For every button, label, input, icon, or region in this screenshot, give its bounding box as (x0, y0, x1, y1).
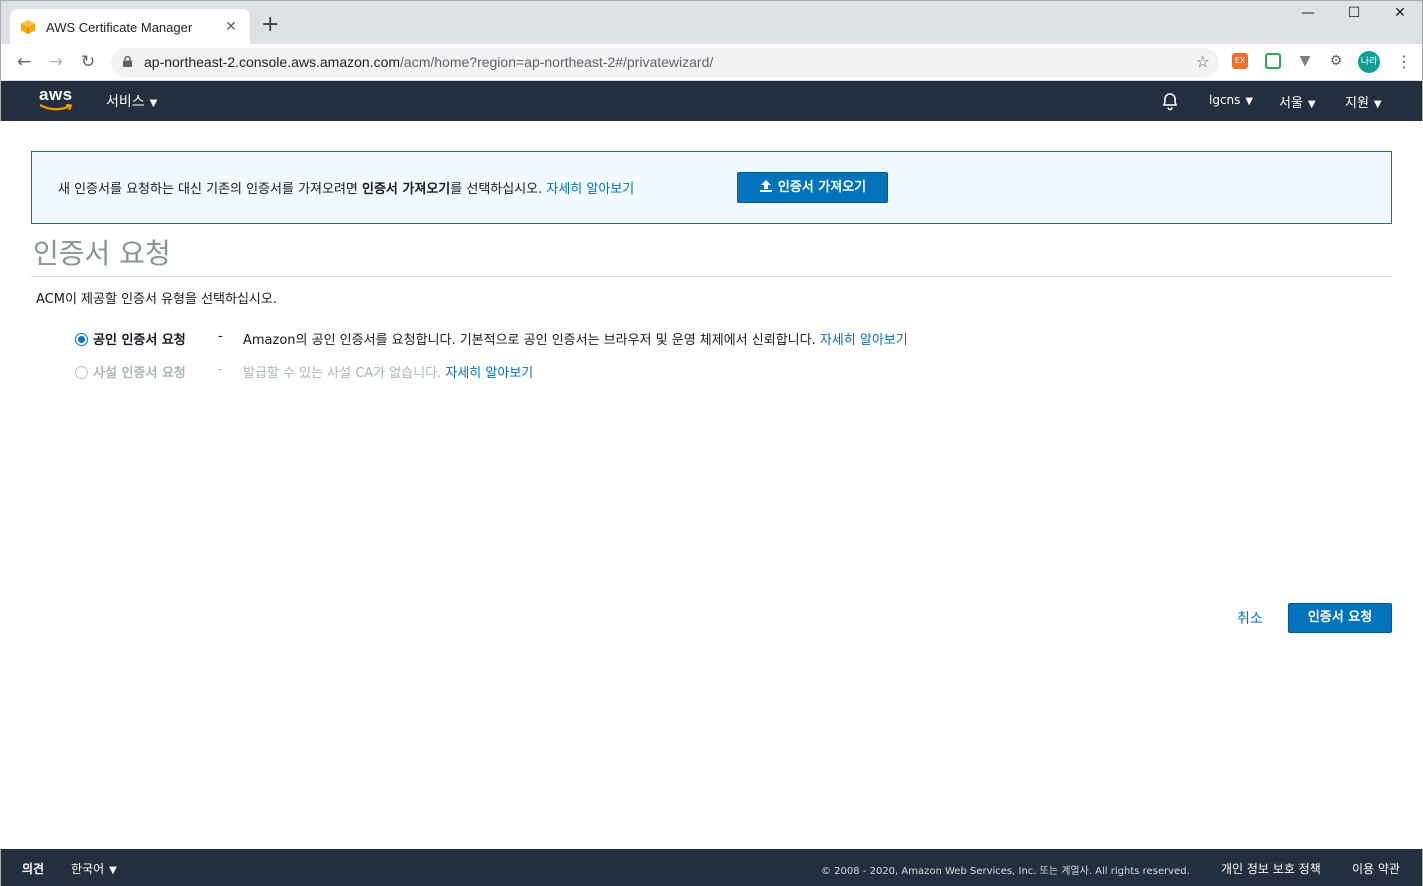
services-menu[interactable]: 서비스 ▼ (106, 91, 157, 111)
url-host: ap-northeast-2.console.aws.amazon.com (144, 54, 401, 70)
caret-down-icon: ▼ (1307, 99, 1316, 110)
maximize-icon[interactable]: ☐ (1331, 5, 1377, 29)
option-label: 사설 인증서 요청 (93, 366, 186, 381)
tab-title: AWS Certificate Manager (46, 19, 193, 35)
account-label: lgcns (1209, 93, 1241, 107)
upload-icon (759, 180, 772, 192)
region-label: 서울 (1279, 96, 1303, 111)
info-text-bold: 인증서 가져오기 (362, 182, 451, 197)
caret-down-icon: ▼ (109, 865, 117, 876)
option-description-text: 발급할 수 있는 사설 CA가 없습니다. (243, 366, 446, 381)
bell-icon[interactable] (1160, 90, 1180, 112)
browser-tab[interactable]: AWS Certificate Manager ✕ (10, 9, 250, 45)
option-label[interactable]: 공인 인증서 요청 (93, 329, 186, 348)
puzzle-icon[interactable]: ⚙ (1328, 53, 1344, 69)
menu-icon[interactable]: ⋮ (1396, 52, 1412, 71)
url-text: ap-northeast-2.console.aws.amazon.com/ac… (144, 54, 713, 70)
feedback-link[interactable]: 의견 (22, 860, 44, 877)
services-label: 서비스 (106, 94, 145, 110)
page-title: 인증서 요청 (33, 237, 171, 270)
new-tab-icon[interactable]: + (261, 14, 279, 36)
aws-header: aws 서비스 ▼ lgcns ▼ 서울 ▼ 지원 ▼ (0, 81, 1423, 121)
learn-more-link[interactable]: 자세히 알아보기 (820, 333, 908, 348)
option-description-text: Amazon의 공인 인증서를 요청합니다. 기본적으로 공인 인증서는 브라우… (243, 333, 820, 348)
support-menu[interactable]: 지원 ▼ (1345, 92, 1382, 111)
extension-icon[interactable]: ▼ (1297, 53, 1313, 69)
private-certificate-radio (75, 366, 88, 379)
minimize-icon[interactable]: — (1285, 5, 1331, 29)
caret-down-icon: ▼ (1245, 96, 1254, 107)
aws-logo[interactable]: aws (39, 85, 73, 105)
close-tab-icon[interactable]: ✕ (222, 19, 240, 35)
public-certificate-radio[interactable] (75, 333, 88, 346)
request-certificate-button[interactable]: 인증서 요청 (1288, 603, 1392, 633)
divider (31, 276, 1392, 277)
aws-footer: 의견 한국어 ▼ © 2008 - 2020, Amazon Web Servic… (0, 849, 1423, 886)
bookmark-star-icon[interactable]: ☆ (1196, 52, 1210, 71)
option-description: Amazon의 공인 인증서를 요청합니다. 기본적으로 공인 인증서는 브라우… (243, 329, 908, 348)
close-window-icon[interactable]: ✕ (1377, 5, 1423, 29)
info-text-after: 를 선택하십시오. (450, 182, 547, 197)
learn-more-link[interactable]: 자세히 알아보기 (546, 182, 634, 197)
aws-box-icon (21, 20, 35, 34)
import-certificate-button[interactable]: 인증서 가져오기 (737, 172, 888, 203)
cancel-link[interactable]: 취소 (1237, 608, 1263, 628)
info-text-before: 새 인증서를 요청하는 대신 기존의 인증서를 가져오려면 (58, 182, 363, 197)
caret-down-icon: ▼ (149, 98, 158, 109)
option-dash: - (218, 329, 223, 344)
reload-icon[interactable]: ↻ (77, 51, 99, 73)
browser-toolbar: ← → ↻ ap-northeast-2.console.aws.amazon.… (0, 44, 1423, 81)
language-label: 한국어 (71, 862, 105, 876)
back-icon[interactable]: ← (13, 51, 35, 73)
option-description: 발급할 수 있는 사설 CA가 없습니다. 자세히 알아보기 (243, 362, 533, 381)
learn-more-link[interactable]: 자세히 알아보기 (445, 366, 533, 381)
terms-link[interactable]: 이용 약관 (1352, 860, 1400, 877)
forward-icon[interactable]: → (45, 51, 67, 73)
aws-smile-icon (39, 104, 73, 111)
region-menu[interactable]: 서울 ▼ (1279, 92, 1316, 111)
lock-icon (123, 56, 132, 67)
instruction-text: ACM이 제공할 인증서 유형을 선택하십시오. (36, 292, 277, 307)
privacy-policy-link[interactable]: 개인 정보 보호 정책 (1221, 860, 1321, 877)
caret-down-icon: ▼ (1373, 99, 1382, 110)
account-menu[interactable]: lgcns ▼ (1209, 93, 1253, 107)
extension-icon[interactable]: EX (1232, 53, 1248, 69)
info-text: 새 인증서를 요청하는 대신 기존의 인증서를 가져오려면 인증서 가져오기를 … (58, 178, 634, 197)
avatar[interactable]: 나라 (1358, 51, 1380, 73)
address-bar[interactable]: ap-northeast-2.console.aws.amazon.com/ac… (111, 48, 1219, 77)
language-menu[interactable]: 한국어 ▼ (71, 860, 117, 877)
import-info-banner: 새 인증서를 요청하는 대신 기존의 인증서를 가져오려면 인증서 가져오기를 … (31, 151, 1392, 224)
browser-titlebar: AWS Certificate Manager ✕ + — ☐ ✕ (0, 0, 1423, 45)
extension-icon[interactable] (1265, 53, 1281, 69)
import-button-label: 인증서 가져오기 (777, 180, 867, 195)
url-path: /acm/home?region=ap-northeast-2#/private… (400, 54, 714, 70)
support-label: 지원 (1345, 96, 1369, 111)
option-dash: - (218, 362, 223, 377)
copyright-text: © 2008 - 2020, Amazon Web Services, Inc.… (821, 866, 1190, 877)
